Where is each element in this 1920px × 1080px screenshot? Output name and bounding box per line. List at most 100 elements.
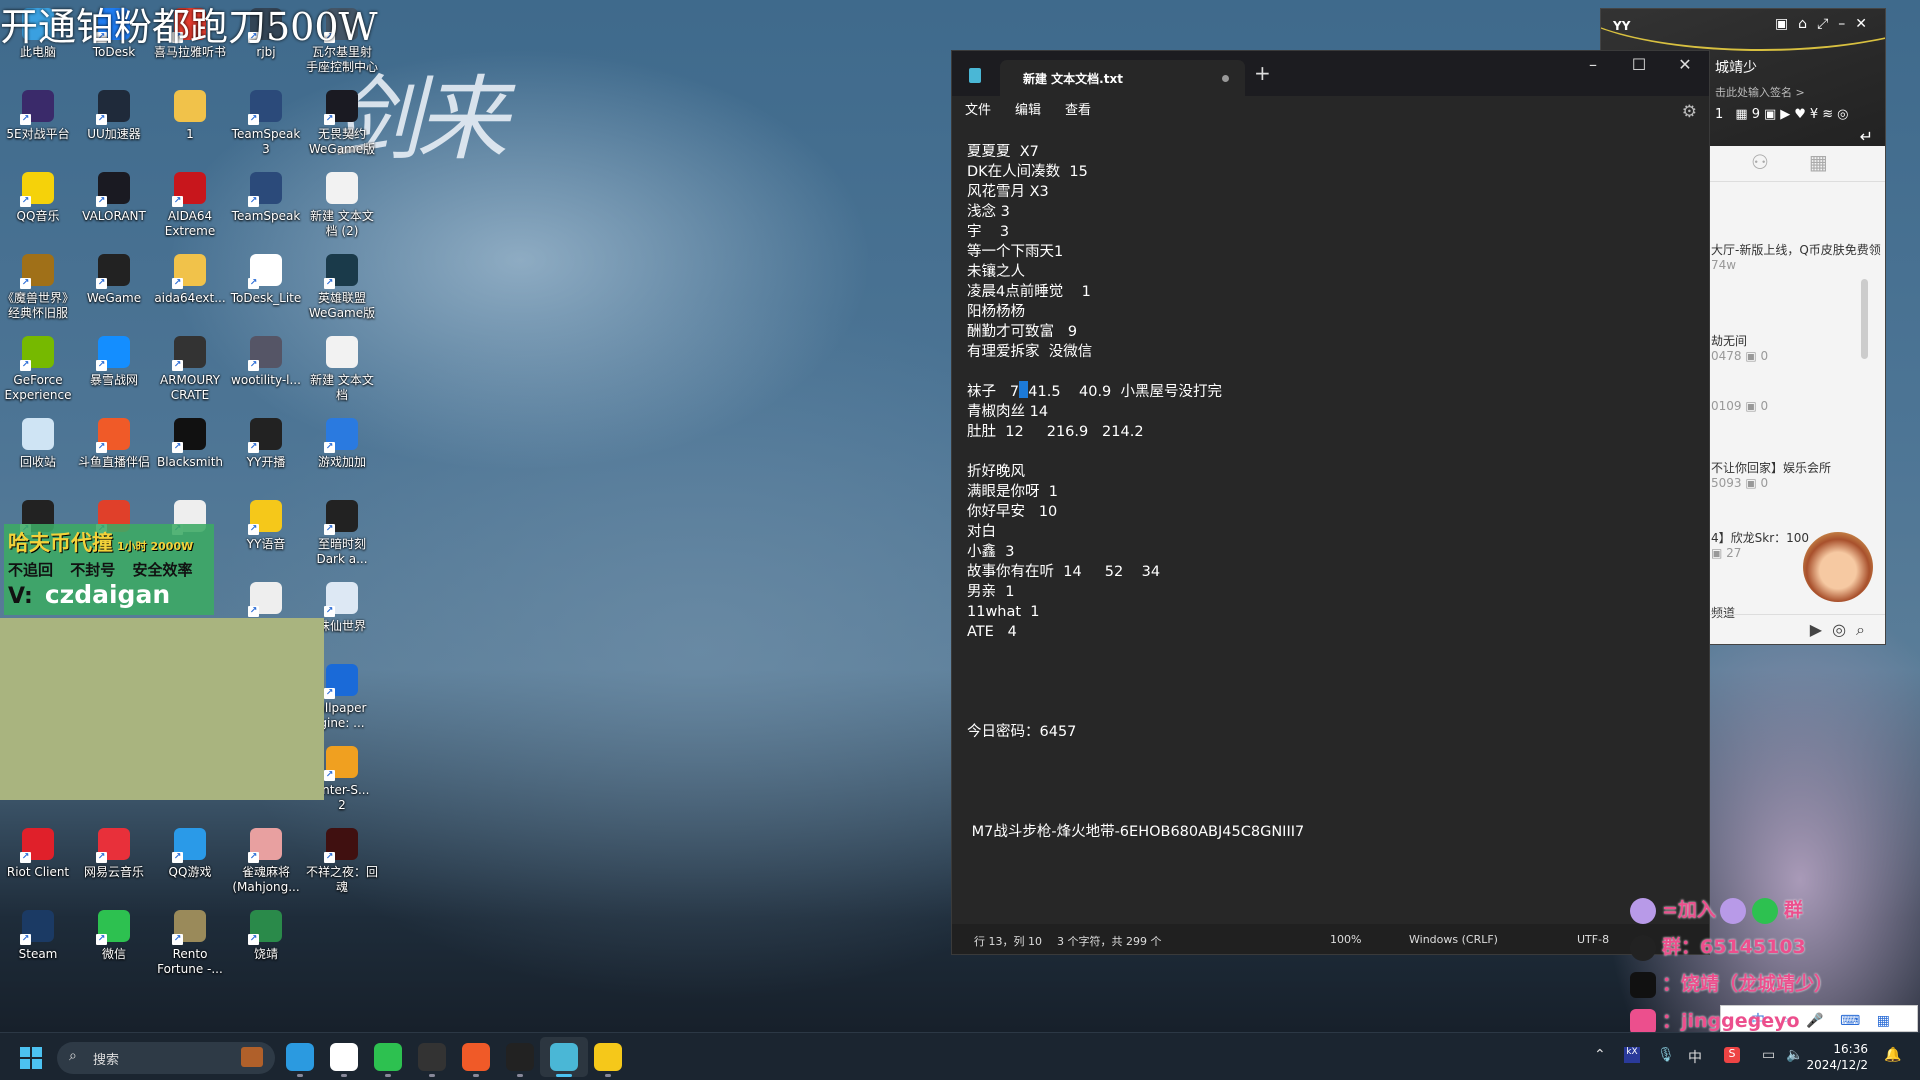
menu-file[interactable]: 文件 [965,99,991,126]
text-line: 夏夏夏 X7 [967,144,1039,160]
channel-name: 不让你回家】娱乐会所 [1711,461,1832,475]
desktop-icon[interactable]: 1 [152,90,228,142]
desktop-icon[interactable]: wootility-l... [228,336,304,388]
desktop-icon[interactable]: 不祥之夜：回 魂 [304,828,380,895]
yy-signature[interactable]: 击此处输入签名 > [1715,84,1805,100]
minimize-button[interactable]: – [1570,55,1616,74]
yy-channel-item[interactable]: 大厅-新版上线，Q币皮肤免费领 74w [1711,241,1881,272]
desktop-icon[interactable]: Riot Client [0,828,76,880]
text-line: 等一个下雨天1 [967,244,1064,260]
sogou-icon[interactable]: S [1724,1047,1740,1063]
settings-gear-icon[interactable]: ⚙ [1682,102,1697,122]
desktop-icon[interactable]: 斗鱼直播伴侣 [76,418,152,470]
yy-channel-item[interactable]: 0109 ▣ 0 [1711,399,1768,413]
desktop-icon[interactable]: Steam [0,910,76,962]
close-button[interactable]: ✕ [1662,55,1708,74]
start-button[interactable] [20,1047,42,1069]
yy-window-controls[interactable]: ▣⌂⤢–✕ [1775,16,1877,32]
zoom-level[interactable]: 100% [1330,933,1361,946]
desktop-icon[interactable]: 新建 文本文 档 [304,336,380,403]
text-line: 小鑫 3 [967,544,1015,560]
desktop-icon[interactable]: Blacksmith [152,418,228,470]
clock[interactable]: 16:36 2024/12/2 [1806,1041,1868,1073]
desktop-icon[interactable]: Rento Fortune -... [152,910,228,977]
enter-icon[interactable]: ↵ [1860,127,1873,146]
ime-language[interactable]: 中 [1688,1047,1702,1067]
desktop-icon[interactable]: ToDesk_Lite [228,254,304,306]
menu-edit[interactable]: 编辑 [1015,99,1041,126]
desktop-icon[interactable]: 至暗时刻 Dark a... [304,500,380,567]
desktop-icon[interactable]: 微信 [76,910,152,962]
line-ending[interactable]: Windows (CRLF) [1409,933,1498,946]
taskbar-wechat-icon[interactable] [374,1043,402,1077]
yy-scrollbar[interactable] [1861,279,1868,359]
network-icon[interactable]: ▭ [1762,1047,1775,1063]
taskbar-obs-icon[interactable] [418,1043,446,1077]
taskbar-edge-icon[interactable] [286,1043,314,1077]
text-line: 11what 1 [967,604,1040,620]
desktop-icon[interactable]: 《魔兽世界》 经典怀旧服 [0,254,76,321]
maximize-button[interactable]: ☐ [1616,55,1662,74]
encoding[interactable]: UTF-8 [1577,933,1609,946]
new-tab-button[interactable]: + [1254,61,1271,85]
text-editor[interactable]: 夏夏夏 X7 DK在人间凑数 15 风花雪月 X3 浅念 3 宇 3 等一个下雨天1 未镶之… [967,142,1304,842]
taskbar-yy-live-icon[interactable] [506,1043,534,1077]
desktop-icon[interactable]: 英雄联盟 WeGame版 [304,254,380,321]
user-count: 0 [1760,349,1769,363]
user-count: 0 [1760,399,1769,413]
search-box[interactable]: ⌕ 搜索 [57,1042,275,1074]
wooting-icon [248,336,282,371]
desktop-icon[interactable]: 雀魂麻将 (Mahjong... [228,828,304,895]
desktop-icon-label: 新建 文本文 档 (2) [310,209,374,238]
desktop-icon[interactable]: WeGame [76,254,152,306]
kx-icon[interactable]: kX [1624,1047,1640,1063]
desktop-icon[interactable]: QQ游戏 [152,828,228,880]
menu-view[interactable]: 查看 [1065,99,1091,126]
desktop-icon[interactable]: YY开播 [228,418,304,470]
desktop-icon[interactable]: 5E对战平台 [0,90,76,142]
yy-channel-item[interactable]: 不让你回家】娱乐会所 5093 ▣ 0 [1711,459,1831,490]
desktop-icon[interactable]: YY语音 [228,500,304,552]
microphone-icon[interactable]: 🎙 [1657,1047,1675,1063]
user-count-icon: ▣ [1711,546,1723,560]
desktop-icon[interactable]: 饶靖 [228,910,304,962]
desktop-icon[interactable]: 网易云音乐 [76,828,152,880]
yy-feature-icons[interactable]: 1 ▦9▣▶♥¥≋◎ [1715,107,1852,122]
notification-bell-icon[interactable]: 🔔 [1884,1047,1901,1063]
desktop-icon[interactable]: TeamSpeak 3 [228,90,304,157]
desktop-icon[interactable]: 暴雪战网 [76,336,152,388]
desktop-icon[interactable] [228,582,304,619]
volume-icon[interactable]: 🔈 [1786,1047,1803,1063]
desktop-icon[interactable]: GeForce Experience [0,336,76,403]
notepad-window[interactable]: 新建 文本文档.txt + – ☐ ✕ 文件 编辑 查看 ⚙ 夏夏夏 X7 DK在… [951,50,1710,955]
desktop-icon-label: 饶靖 [253,947,278,961]
avatar[interactable] [1803,532,1873,602]
desktop-icon[interactable]: 无畏契约 WeGame版 [304,90,380,157]
ad-title: 哈夫币代撞 [8,531,113,555]
taskbar-qq-icon[interactable] [330,1043,358,1077]
yy-channel-item[interactable]: 4】欣龙Skr：100 ▣ 27 [1711,529,1809,560]
desktop-icon[interactable]: 新建 文本文 档 (2) [304,172,380,239]
desktop-icon[interactable]: AIDA64 Extreme [152,172,228,239]
yy-icon [248,500,282,535]
desktop-icon[interactable]: UU加速器 [76,90,152,142]
desktop-icon[interactable]: aida64ext... [152,254,228,306]
text-line: 宇 3 [967,224,1010,240]
desktop-icon[interactable]: ARMOURY CRATE [152,336,228,403]
yy-channel-item[interactable]: 劫无间 0478 ▣ 0 [1711,332,1768,363]
desktop-icon[interactable]: QQ音乐 [0,172,76,224]
taskbar-notepad-icon[interactable] [540,1037,588,1077]
show-hidden-icons-button[interactable]: ⌃ [1594,1047,1606,1063]
desktop-icon[interactable]: 游戏加加 [304,418,380,470]
tab-document[interactable]: 新建 文本文档.txt [1000,60,1245,96]
menu-bar: 文件 编辑 查看 [952,96,1709,126]
desktop-icon[interactable]: VALORANT [76,172,152,224]
text-line: M7战斗步枪-烽火地带-6EHOB680ABJ45C8GNIII7 [967,824,1305,840]
desktop-icon[interactable]: TeamSpeak [228,172,304,224]
taskbar-douyu-icon[interactable] [462,1043,490,1077]
desktop-icon-label: YY开播 [246,455,286,469]
text-line: 折好晚风 [967,464,1025,480]
unsaved-dot-icon[interactable] [1222,75,1229,82]
desktop-icon[interactable]: 回收站 [0,418,76,470]
taskbar-yy-icon[interactable] [594,1043,622,1077]
